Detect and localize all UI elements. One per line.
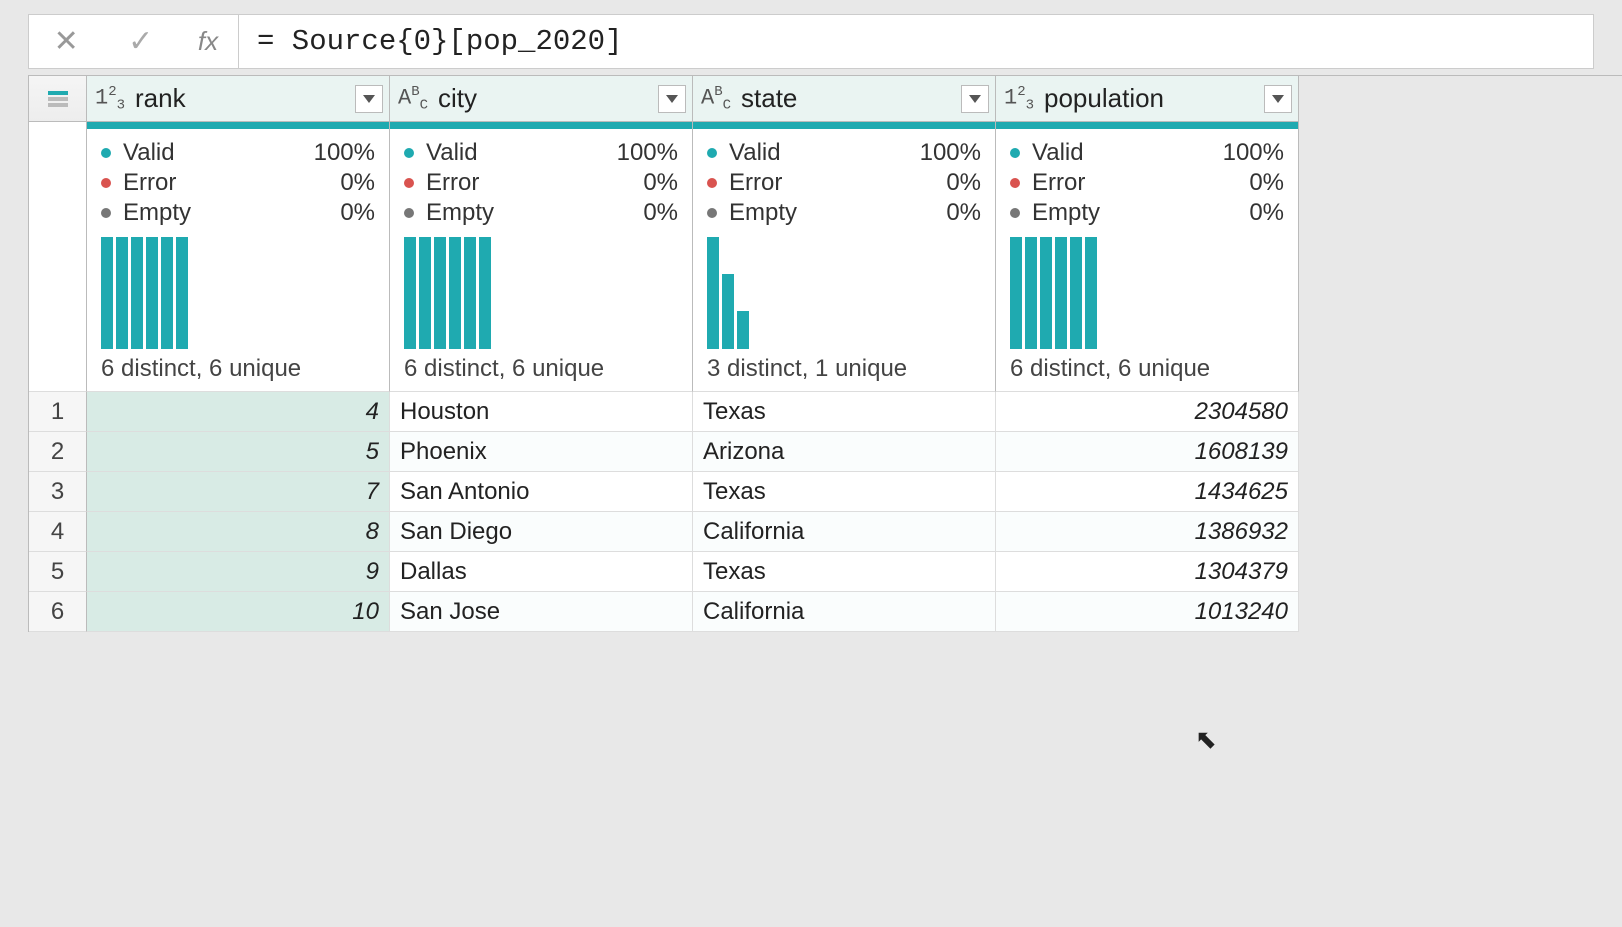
error-stat: Error0%	[404, 169, 678, 197]
error-stat: Error0%	[101, 169, 375, 197]
cell-population[interactable]: 1304379	[996, 552, 1299, 592]
cell-city[interactable]: Houston	[390, 392, 693, 432]
valid-stat: Valid100%	[707, 139, 981, 167]
table-row[interactable]: 14HoustonTexas2304580	[29, 392, 1622, 432]
cell-city[interactable]: San Antonio	[390, 472, 693, 512]
distribution-histogram	[404, 237, 678, 349]
cell-population[interactable]: 2304580	[996, 392, 1299, 432]
column-header-state[interactable]: ABC state	[693, 76, 996, 122]
filter-dropdown-button[interactable]	[355, 85, 383, 113]
cell-state[interactable]: Texas	[693, 552, 996, 592]
table-row[interactable]: 25PhoenixArizona1608139	[29, 432, 1622, 472]
quality-bar	[87, 122, 390, 129]
filter-dropdown-button[interactable]	[961, 85, 989, 113]
data-grid: 123 rank ABC city ABC state 123 population Vali…	[28, 75, 1622, 632]
column-name-label: rank	[135, 83, 355, 114]
row-number[interactable]: 1	[29, 392, 87, 432]
cell-rank[interactable]: 7	[87, 472, 390, 512]
empty-stat: Empty0%	[707, 199, 981, 227]
cell-state[interactable]: California	[693, 592, 996, 632]
column-name-label: population	[1044, 83, 1264, 114]
column-profile: Valid100%Error0%Empty0% 6 distinct, 6 uni…	[87, 129, 390, 392]
distribution-histogram	[1010, 237, 1284, 349]
row-number[interactable]: 2	[29, 432, 87, 472]
datatype-icon[interactable]: 123	[95, 84, 125, 114]
quality-strip	[29, 122, 1622, 129]
valid-stat: Valid100%	[101, 139, 375, 167]
column-profile: Valid100%Error0%Empty0% 6 distinct, 6 uni…	[390, 129, 693, 392]
datatype-icon[interactable]: ABC	[701, 84, 731, 114]
distribution-histogram	[707, 237, 981, 349]
quality-bar	[693, 122, 996, 129]
column-header-rank[interactable]: 123 rank	[87, 76, 390, 122]
column-profile-row: Valid100%Error0%Empty0%6 distinct, 6 uni…	[29, 129, 1622, 392]
column-name-label: state	[741, 83, 961, 114]
formula-bar: ✕ ✓ fx	[28, 14, 1594, 69]
column-profile: Valid100%Error0%Empty0% 3 distinct, 1 uni…	[693, 129, 996, 392]
datatype-icon[interactable]: 123	[1004, 84, 1034, 114]
cell-city[interactable]: Dallas	[390, 552, 693, 592]
cell-city[interactable]: Phoenix	[390, 432, 693, 472]
cell-population[interactable]: 1386932	[996, 512, 1299, 552]
cell-rank[interactable]: 9	[87, 552, 390, 592]
distinct-summary: 6 distinct, 6 unique	[101, 355, 375, 383]
column-header-city[interactable]: ABC city	[390, 76, 693, 122]
column-header-row: 123 rank ABC city ABC state 123 population	[29, 76, 1622, 122]
quality-bar	[996, 122, 1299, 129]
table-row[interactable]: 59DallasTexas1304379	[29, 552, 1622, 592]
cell-population[interactable]: 1434625	[996, 472, 1299, 512]
cell-state[interactable]: California	[693, 512, 996, 552]
row-number[interactable]: 6	[29, 592, 87, 632]
distribution-histogram	[101, 237, 375, 349]
distinct-summary: 6 distinct, 6 unique	[404, 355, 678, 383]
valid-stat: Valid100%	[1010, 139, 1284, 167]
column-name-label: city	[438, 83, 658, 114]
error-stat: Error0%	[1010, 169, 1284, 197]
cell-city[interactable]: San Jose	[390, 592, 693, 632]
distinct-summary: 3 distinct, 1 unique	[707, 355, 981, 383]
row-number[interactable]: 3	[29, 472, 87, 512]
quality-bar	[390, 122, 693, 129]
cell-rank[interactable]: 8	[87, 512, 390, 552]
table-row[interactable]: 37San AntonioTexas1434625	[29, 472, 1622, 512]
cursor-icon: ⬉	[1195, 724, 1217, 755]
row-number[interactable]: 5	[29, 552, 87, 592]
cell-rank[interactable]: 10	[87, 592, 390, 632]
commit-button[interactable]: ✓	[104, 15, 179, 68]
datatype-icon[interactable]: ABC	[398, 84, 428, 114]
empty-stat: Empty0%	[404, 199, 678, 227]
formula-controls: ✕ ✓ fx	[29, 15, 239, 68]
cell-rank[interactable]: 4	[87, 392, 390, 432]
cell-city[interactable]: San Diego	[390, 512, 693, 552]
filter-dropdown-button[interactable]	[658, 85, 686, 113]
cell-population[interactable]: 1013240	[996, 592, 1299, 632]
cell-state[interactable]: Texas	[693, 472, 996, 512]
row-number[interactable]: 4	[29, 512, 87, 552]
column-profile: Valid100%Error0%Empty0% 6 distinct, 6 uni…	[996, 129, 1299, 392]
error-stat: Error0%	[707, 169, 981, 197]
formula-input[interactable]	[239, 15, 1593, 68]
cell-state[interactable]: Arizona	[693, 432, 996, 472]
fx-label: fx	[178, 26, 238, 57]
cell-rank[interactable]: 5	[87, 432, 390, 472]
distinct-summary: 6 distinct, 6 unique	[1010, 355, 1284, 383]
cell-state[interactable]: Texas	[693, 392, 996, 432]
cancel-button[interactable]: ✕	[29, 15, 104, 68]
cell-population[interactable]: 1608139	[996, 432, 1299, 472]
column-header-population[interactable]: 123 population	[996, 76, 1299, 122]
table-row[interactable]: 610San JoseCalifornia1013240	[29, 592, 1622, 632]
table-row[interactable]: 48San DiegoCalifornia1386932	[29, 512, 1622, 552]
select-all-corner[interactable]	[29, 76, 87, 122]
filter-dropdown-button[interactable]	[1264, 85, 1292, 113]
valid-stat: Valid100%	[404, 139, 678, 167]
empty-stat: Empty0%	[101, 199, 375, 227]
empty-stat: Empty0%	[1010, 199, 1284, 227]
